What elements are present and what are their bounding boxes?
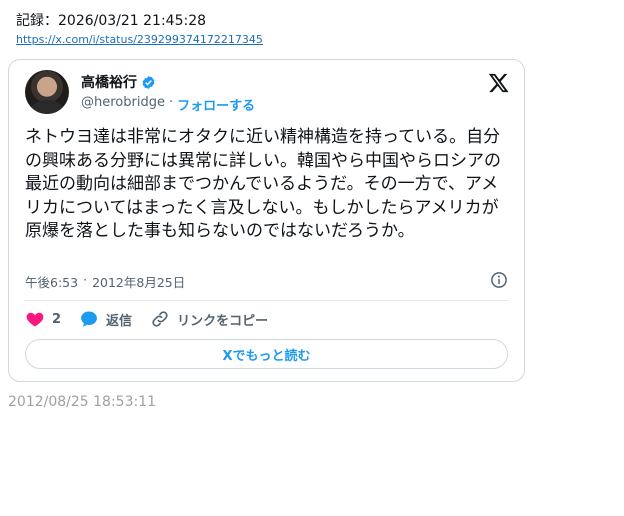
- embedded-tweet-card: 高橋裕行 @herobridge · フォローする ネトウヨ達は非常にオタクに近…: [8, 59, 525, 382]
- tweet-text: ネトウヨ達は非常にオタクに近い精神構造を持っている。自分の興味ある分野には異常に…: [25, 127, 501, 241]
- author-name[interactable]: 高橋裕行: [81, 72, 137, 92]
- author-row: 高橋裕行: [81, 72, 156, 92]
- avatar[interactable]: [25, 70, 69, 114]
- info-icon[interactable]: [490, 271, 508, 289]
- reply-button[interactable]: 返信: [79, 309, 132, 329]
- like-button[interactable]: 2: [25, 309, 61, 329]
- reply-label: 返信: [106, 313, 133, 329]
- record-timestamp: 記録：2026/03/21 21:45:28: [16, 13, 207, 29]
- x-logo-icon[interactable]: [488, 72, 510, 94]
- read-more-button[interactable]: Xでもっと読む: [25, 339, 508, 369]
- footer-date: 2012/08/25 18:53:11: [8, 394, 157, 410]
- author-handle[interactable]: @herobridge: [81, 95, 165, 114]
- meta-separator: ·: [83, 272, 88, 287]
- handle-row: @herobridge · フォローする: [81, 95, 255, 114]
- copy-link-label: リンクをコピー: [177, 313, 269, 329]
- tweet-actions: 2 返信 リンクをコピー: [25, 309, 286, 329]
- tweet-date[interactable]: 2012年8月25日: [92, 272, 185, 291]
- tweet-time[interactable]: 午後6:53: [25, 272, 78, 291]
- divider: [25, 300, 508, 301]
- copy-link-button[interactable]: リンクをコピー: [150, 309, 268, 329]
- status-link[interactable]: https://x.com/i/status/23929937417221734…: [16, 33, 263, 46]
- handle-separator: ·: [168, 95, 174, 110]
- heart-icon: [26, 312, 44, 327]
- tweet-meta: 午後6:53 · 2012年8月25日: [25, 272, 185, 291]
- link-icon: [152, 311, 168, 327]
- like-count: 2: [52, 311, 62, 327]
- verified-icon: [142, 75, 155, 89]
- follow-button[interactable]: フォローする: [177, 95, 255, 114]
- reply-icon: [81, 311, 97, 327]
